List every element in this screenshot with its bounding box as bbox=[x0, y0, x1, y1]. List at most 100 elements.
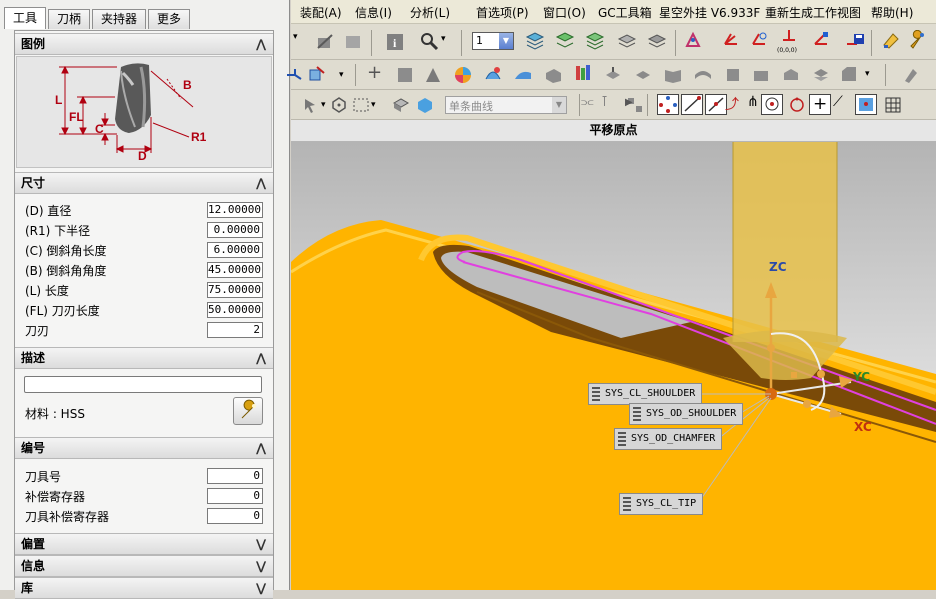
chamfer-length-input[interactable]: 6.00000 bbox=[207, 242, 263, 258]
description-input[interactable] bbox=[24, 376, 262, 393]
tab-more[interactable]: 更多 bbox=[148, 9, 191, 29]
section-legend-header[interactable]: 图例 ⋀ bbox=[15, 33, 273, 55]
dropdown-arrow-icon[interactable]: ▾ bbox=[441, 34, 461, 54]
drag-handle-icon[interactable] bbox=[618, 432, 626, 446]
point-on-curve-icon[interactable]: ⟋ bbox=[833, 94, 853, 114]
surface-icon[interactable] bbox=[513, 65, 533, 85]
snap-end-point-button[interactable] bbox=[681, 94, 703, 115]
wcs-origin-icon[interactable] bbox=[721, 30, 741, 50]
layer-category-icon[interactable] bbox=[647, 31, 667, 51]
drag-handle-icon[interactable] bbox=[592, 387, 600, 401]
section-library-header[interactable]: 库 ⋁ bbox=[15, 577, 273, 599]
section-dimensions-header[interactable]: 尺寸 ⋀ bbox=[15, 172, 273, 194]
control-point-icon[interactable]: ⤴ bbox=[725, 94, 745, 114]
layer-select[interactable]: 1 ▼ bbox=[472, 32, 514, 50]
length-input[interactable]: 75.00000 bbox=[207, 282, 263, 298]
wrench-icon[interactable] bbox=[907, 30, 927, 50]
chevron-down-icon[interactable]: ▼ bbox=[552, 97, 566, 113]
measure-icon[interactable] bbox=[901, 65, 921, 85]
block-icon[interactable] bbox=[543, 65, 563, 85]
dropdown-arrow-icon[interactable]: ▾ bbox=[371, 100, 391, 120]
intersect-icon[interactable]: ⫗ bbox=[581, 94, 601, 114]
toolbar-overflow-icon[interactable]: ▾ bbox=[293, 32, 313, 52]
tag-cl-shoulder[interactable]: SYS_CL_SHOULDER bbox=[588, 383, 703, 405]
book-icon[interactable] bbox=[663, 65, 683, 85]
chamfer-icon[interactable] bbox=[839, 65, 859, 85]
snap-mid-point-button[interactable] bbox=[705, 94, 727, 115]
chevron-up-icon[interactable]: ⋀ bbox=[253, 175, 269, 191]
curve-rule-select[interactable]: 单条曲线 ▼ bbox=[445, 96, 567, 114]
blank-icon[interactable] bbox=[343, 32, 363, 52]
chevron-up-icon[interactable]: ⋀ bbox=[253, 36, 269, 52]
wcs-rotate-icon[interactable] bbox=[749, 30, 769, 50]
menu-gc-toolkit[interactable]: GC工具箱 bbox=[598, 4, 652, 21]
snap-arc-center-button[interactable] bbox=[761, 94, 783, 115]
menu-analysis[interactable]: 分析(L) bbox=[410, 4, 450, 21]
lower-radius-input[interactable]: 0.00000 bbox=[207, 222, 263, 238]
section-info-header[interactable]: 信息 ⋁ bbox=[15, 555, 273, 577]
sweep-icon[interactable] bbox=[693, 65, 713, 85]
snap-existing-point-button[interactable]: + bbox=[809, 94, 831, 115]
material-library-button[interactable] bbox=[233, 397, 263, 425]
offset-face-icon[interactable] bbox=[781, 65, 801, 85]
menu-help[interactable]: 帮助(H) bbox=[871, 4, 913, 21]
rectangle-select-icon[interactable] bbox=[351, 95, 371, 115]
drag-handle-icon[interactable] bbox=[633, 407, 641, 421]
trim-body-icon[interactable] bbox=[723, 65, 743, 85]
section-numbering-header[interactable]: 编号 ⋀ bbox=[15, 437, 273, 459]
dropdown-arrow-icon[interactable]: ▾ bbox=[865, 69, 885, 89]
select-arrow-icon[interactable] bbox=[301, 95, 321, 115]
cutcom-register-input[interactable]: 0 bbox=[207, 508, 263, 524]
save-icon[interactable] bbox=[845, 30, 865, 50]
flute-length-input[interactable]: 50.00000 bbox=[207, 302, 263, 318]
info-icon[interactable]: i bbox=[385, 32, 405, 52]
menu-regenerate-view[interactable]: 重新生成工作视图 bbox=[765, 4, 861, 21]
magnifier-icon[interactable] bbox=[419, 31, 439, 51]
wcs-orient-icon[interactable] bbox=[811, 30, 831, 50]
grid-icon[interactable] bbox=[883, 95, 903, 115]
stop-at-intersection-icon[interactable]: ⊺ bbox=[601, 94, 621, 114]
move-icon[interactable] bbox=[285, 65, 305, 85]
cube-icon[interactable] bbox=[415, 95, 435, 115]
wcs-set-icon[interactable] bbox=[779, 28, 799, 48]
section-description-header[interactable]: 描述 ⋀ bbox=[15, 347, 273, 369]
tag-od-chamfer[interactable]: SYS_OD_CHAMFER bbox=[614, 428, 723, 450]
menu-plugin[interactable]: 星空外挂 V6.933F bbox=[659, 4, 760, 21]
revolve-icon[interactable] bbox=[633, 65, 653, 85]
graphics-viewport[interactable]: ZC YC XC SYS_CL_SHOULDER SYS_OD_SHOULDER… bbox=[291, 142, 936, 590]
extrude-icon[interactable] bbox=[603, 65, 623, 85]
diameter-input[interactable]: 12.00000 bbox=[207, 202, 263, 218]
drag-handle-icon[interactable] bbox=[623, 497, 631, 511]
chevron-down-icon[interactable]: ⋁ bbox=[253, 580, 269, 596]
tab-holder[interactable]: 刀柄 bbox=[48, 9, 91, 29]
menu-information[interactable]: 信息(I) bbox=[355, 4, 392, 21]
chevron-up-icon[interactable]: ⋀ bbox=[253, 350, 269, 366]
menu-window[interactable]: 窗口(O) bbox=[543, 4, 586, 21]
filter-solid-icon[interactable] bbox=[391, 95, 411, 115]
transform-icon[interactable] bbox=[307, 65, 327, 85]
thicken-icon[interactable] bbox=[751, 65, 771, 85]
menu-assembly[interactable]: 装配(A) bbox=[300, 4, 342, 21]
chamfer-angle-input[interactable]: 45.00000 bbox=[207, 262, 263, 278]
chevron-down-icon[interactable]: ⋁ bbox=[253, 558, 269, 574]
tag-cl-tip[interactable]: SYS_CL_TIP bbox=[619, 493, 704, 515]
adjust-register-input[interactable]: 0 bbox=[207, 488, 263, 504]
play-icon[interactable]: ▶ bbox=[625, 97, 645, 117]
shading-icon[interactable] bbox=[453, 65, 473, 85]
wcs-dynamic-icon[interactable] bbox=[683, 30, 703, 50]
tab-tool[interactable]: 工具 bbox=[4, 7, 47, 29]
layer-settings-icon[interactable] bbox=[525, 31, 545, 51]
chevron-up-icon[interactable]: ⋀ bbox=[253, 440, 269, 456]
work-layer-icon[interactable] bbox=[617, 31, 637, 51]
menu-preferences[interactable]: 首选项(P) bbox=[476, 4, 529, 21]
datum-csys-icon[interactable] bbox=[423, 65, 443, 85]
section-offset-header[interactable]: 偏置 ⋁ bbox=[15, 533, 273, 555]
chevron-down-icon[interactable]: ⋁ bbox=[253, 536, 269, 552]
boolean-icon[interactable] bbox=[811, 65, 831, 85]
move-to-layer-icon[interactable] bbox=[555, 31, 575, 51]
tool-number-input[interactable]: 0 bbox=[207, 468, 263, 484]
snap-point-on-face-button[interactable] bbox=[855, 94, 877, 115]
quadrant-point-icon[interactable] bbox=[787, 95, 807, 115]
tag-od-shoulder[interactable]: SYS_OD_SHOULDER bbox=[629, 403, 744, 425]
snap-enable-button[interactable] bbox=[657, 94, 679, 115]
